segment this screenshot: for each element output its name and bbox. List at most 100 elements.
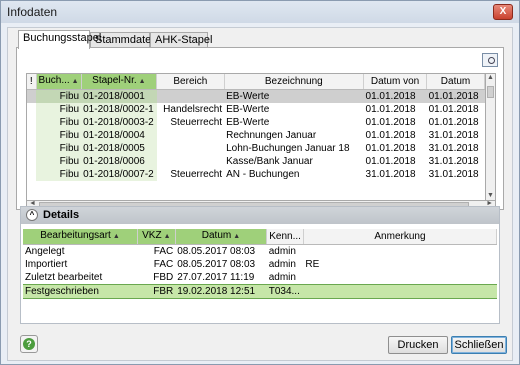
col-datum-bis[interactable]: Datum <box>426 74 485 90</box>
table-cell <box>27 155 36 168</box>
table-cell: 01-2018/0007-2 <box>81 167 157 181</box>
table-cell: Fibu <box>36 102 82 116</box>
table-cell: 08.05.2017 08:03 <box>177 245 256 257</box>
table-row[interactable]: Fibu 01-2018/0004 Rechnungen Januar 01.01.2… <box>27 128 485 142</box>
table-cell <box>303 271 496 285</box>
vertical-scroll-thumb[interactable] <box>487 86 494 98</box>
stapel-table: ! Buch... ▲ Stapel-Nr. ▲ Bereich Bezeichnu… <box>27 74 485 181</box>
list-item[interactable]: Angelegt FAC 08.05.2017 08:03 admin <box>23 244 497 258</box>
table-cell: Fibu <box>36 115 82 129</box>
col-datum-von[interactable]: Datum von <box>363 74 428 90</box>
list-item[interactable]: Zuletzt bearbeitet FBD 27.07.2017 11:19 adm… <box>23 271 497 285</box>
table-cell: Lohn-Buchungen Januar 18 <box>226 142 350 154</box>
table-cell: Fibu <box>36 128 82 142</box>
table-cell <box>303 244 496 258</box>
table-cell: 08.05.2017 08:03 <box>177 258 256 270</box>
col-bearbeitungsart[interactable]: Bearbeitungsart ▲ <box>23 229 138 245</box>
table-row[interactable]: Fibu 01-2018/0002-1 Handelsrecht EB-Werte 01… <box>27 102 485 116</box>
grid-settings-icon[interactable] <box>482 53 498 67</box>
window-title: Infodaten <box>7 5 58 19</box>
close-window-button[interactable]: X <box>493 4 513 20</box>
table-cell: Fibu <box>36 89 82 103</box>
table-cell: Steuerrecht <box>170 116 223 128</box>
details-grid: Bearbeitungsart ▲ VKZ ▲ Datum ▲ Kenn... Anm… <box>23 229 497 321</box>
table-cell: Fibu <box>36 141 82 155</box>
table-row[interactable]: Fibu 01-2018/0001 EB-Werte 01.01.2018 01.01.… <box>27 89 485 103</box>
table-cell: 01.01.2018 <box>365 129 416 141</box>
table-cell <box>27 129 36 142</box>
table-cell: 31.01.2018 <box>428 168 479 180</box>
collapse-icon[interactable]: ^ <box>26 209 38 221</box>
table-cell: Angelegt <box>25 245 65 257</box>
table-cell: admin <box>268 258 296 270</box>
table-cell: 01.01.2018 <box>365 103 416 115</box>
col-bereich[interactable]: Bereich <box>156 74 225 90</box>
table-cell: admin <box>268 271 296 283</box>
col-bezeichnung[interactable]: Bezeichnung <box>224 74 365 90</box>
table-cell: FAC <box>153 245 174 257</box>
table-cell: FAC <box>153 258 174 270</box>
table-cell: Steuerrecht <box>170 168 223 180</box>
col-anmerkung[interactable]: Anmerkung <box>303 229 497 245</box>
table-cell: 01.01.2018 <box>365 155 416 167</box>
table-cell: 31.01.2018 <box>428 155 479 167</box>
col-stapel-nr[interactable]: Stapel-Nr. ▲ <box>81 74 158 90</box>
table-cell: 31.01.2018 <box>365 168 416 180</box>
col-kennung[interactable]: Kenn... <box>266 229 304 245</box>
tab-buchungsstapel[interactable]: Buchungsstapel <box>18 30 101 49</box>
table-row[interactable]: Fibu 01-2018/0006 Kasse/Bank Januar 01.01.2… <box>27 154 485 168</box>
table-cell: RE <box>305 258 320 270</box>
help-icon[interactable] <box>20 335 38 353</box>
table-cell: 01-2018/0003-2 <box>81 115 157 129</box>
table-cell: 01.01.2018 <box>428 116 479 128</box>
table-cell: 01.01.2018 <box>365 116 416 128</box>
table-cell: EB-Werte <box>226 116 270 128</box>
table-cell: 31.01.2018 <box>428 142 479 154</box>
table-cell: Zuletzt bearbeitet <box>25 271 103 283</box>
table-cell: 01.01.2018 <box>363 89 427 103</box>
table-cell <box>156 89 225 103</box>
table-row[interactable]: Fibu 01-2018/0003-2 Steuerrecht EB-Werte 01.… <box>27 115 485 129</box>
stapel-grid: ! Buch... ▲ Stapel-Nr. ▲ Bereich Bezeichnu… <box>26 73 486 201</box>
table-row[interactable]: Fibu 01-2018/0007-2 Steuerrecht AN - Buchun… <box>27 167 485 181</box>
table-cell: 01-2018/0001 <box>81 89 157 103</box>
close-button[interactable]: Schließen <box>451 336 507 354</box>
table-cell: 01-2018/0005 <box>81 141 157 155</box>
col-datum[interactable]: Datum ▲ <box>175 229 268 245</box>
table-cell: 01-2018/0004 <box>81 128 157 142</box>
col-vkz[interactable]: VKZ ▲ <box>137 229 176 245</box>
stapel-vertical-scrollbar[interactable]: ▲ ▼ <box>486 73 496 201</box>
table-cell: 01.01.2018 <box>426 89 485 103</box>
table-cell <box>27 142 36 155</box>
table-cell: Importiert <box>25 258 68 270</box>
print-button[interactable]: Drucken <box>388 336 448 354</box>
table-cell: FBD <box>153 271 174 283</box>
table-cell: 01.01.2018 <box>365 142 416 154</box>
table-cell: admin <box>268 245 296 257</box>
table-cell: Festgeschrieben <box>23 283 138 299</box>
buchungsstapel-pane: ! Buch... ▲ Stapel-Nr. ▲ Bereich Bezeichnu… <box>16 47 504 210</box>
col-buchungsart[interactable]: Buch... ▲ <box>36 74 82 90</box>
table-row[interactable]: Fibu 01-2018/0005 Lohn-Buchungen Januar 18… <box>27 141 485 155</box>
col-flag[interactable]: ! <box>27 74 37 90</box>
table-cell: EB-Werte <box>226 103 270 115</box>
title-bar: Infodaten X <box>1 1 519 23</box>
list-item[interactable]: Festgeschrieben FBR 19.02.2018 12:51 T034..… <box>23 283 497 299</box>
table-cell <box>303 283 497 299</box>
table-cell: 31.01.2018 <box>428 129 479 141</box>
table-cell <box>157 129 224 142</box>
table-cell <box>27 116 36 129</box>
table-cell <box>27 89 37 103</box>
table-cell: Rechnungen Januar <box>226 129 317 141</box>
table-cell: 19.02.2018 12:51 <box>175 283 267 299</box>
table-cell <box>157 155 224 168</box>
table-cell: EB-Werte <box>224 89 364 103</box>
table-cell <box>27 103 36 116</box>
details-table: Bearbeitungsart ▲ VKZ ▲ Datum ▲ Kenn... Anm… <box>23 229 497 299</box>
list-item[interactable]: Importiert FAC 08.05.2017 08:03 admin RE <box>23 258 497 271</box>
table-cell: AN - Buchungen <box>226 168 300 180</box>
details-header[interactable]: ^ Details <box>21 207 499 224</box>
table-cell: 01-2018/0006 <box>81 154 157 168</box>
tab-ahk-stapel[interactable]: AHK-Stapel <box>150 32 212 48</box>
table-cell: 27.07.2017 11:19 <box>177 271 255 283</box>
